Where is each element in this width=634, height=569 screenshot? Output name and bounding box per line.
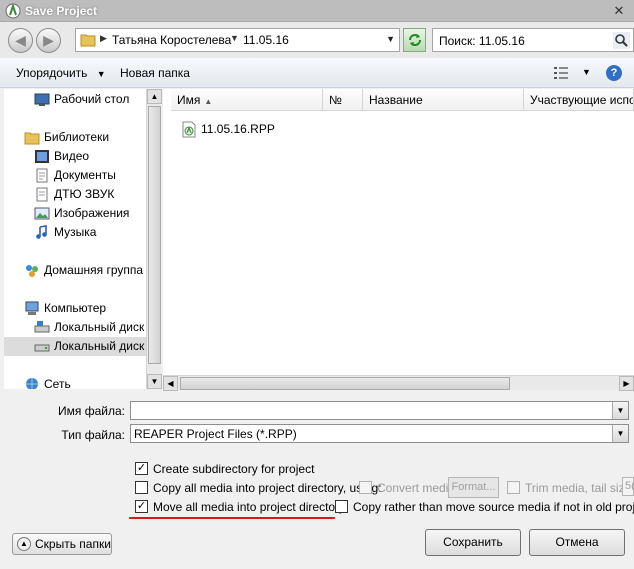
move-media-checkbox[interactable]: ✓ (135, 500, 148, 513)
scroll-left-icon[interactable]: ◀ (163, 376, 178, 391)
chevron-down-icon[interactable]: ▼ (230, 33, 239, 43)
file-list-scrollbar[interactable]: ◀ ▶ (163, 375, 634, 391)
chevron-down-icon[interactable]: ▼ (612, 425, 628, 442)
video-icon (35, 150, 49, 163)
scroll-down-icon[interactable]: ▼ (147, 374, 162, 389)
sidebar-item-music[interactable]: Музыка (4, 223, 146, 242)
help-icon[interactable]: ? (606, 65, 622, 81)
chevron-down-icon: ▼ (96, 69, 106, 79)
forward-button[interactable]: ▶ (36, 28, 61, 53)
search-box[interactable]: Поиск: 11.05.16 (432, 28, 634, 52)
create-subdir-checkbox[interactable]: ✓ (135, 462, 148, 475)
libraries-icon (24, 132, 40, 145)
convert-media-label: Convert media (377, 481, 456, 495)
column-header-artists[interactable]: Участвующие испо... (524, 89, 634, 111)
document-icon (36, 187, 48, 202)
sidebar-item-video[interactable]: Видео (4, 147, 146, 166)
network-icon (26, 378, 38, 389)
computer-icon (25, 301, 39, 315)
column-header-name[interactable]: Имя ▲ (171, 89, 323, 111)
copy-media-checkbox[interactable] (135, 481, 148, 494)
desktop-icon (34, 93, 50, 106)
copy-rather-checkbox[interactable] (335, 500, 348, 513)
chevron-up-icon: ▲ (17, 537, 31, 551)
sidebar-item-dtyu-zvuk[interactable]: ДТЮ ЗВУК (4, 185, 146, 204)
column-header-title[interactable]: Название (363, 89, 524, 111)
hide-folders-button[interactable]: ▲ Скрыть папки (12, 533, 112, 555)
save-button[interactable]: Сохранить (425, 529, 521, 556)
music-icon (36, 225, 47, 239)
refresh-button[interactable] (403, 28, 426, 52)
folder-icon (80, 34, 96, 47)
chevron-right-icon[interactable]: ▶ (100, 33, 107, 44)
organize-label: Упорядочить (16, 66, 88, 80)
close-icon[interactable]: ✕ (610, 2, 628, 19)
homegroup-icon (26, 265, 38, 277)
search-icon[interactable] (613, 32, 630, 49)
back-button[interactable]: ◀ (8, 28, 33, 53)
view-dropdown-icon[interactable]: ▼ (582, 67, 591, 77)
scrollbar-thumb[interactable] (148, 106, 161, 364)
documents-icon (36, 168, 48, 183)
system-disk-icon (34, 321, 50, 333)
sidebar-item-computer[interactable]: Компьютер (4, 299, 146, 318)
organize-button[interactable]: Упорядочить ▼ (16, 66, 106, 80)
sidebar-item-documents[interactable]: Документы (4, 166, 146, 185)
address-bar-row: ◀ ▶ ▶ Татьяна Коростелева ▼ 11.05.16 ▼ П… (0, 22, 634, 58)
file-list: Имя▲ № Название Участвующие испо... 11.0… (163, 89, 634, 375)
cancel-button[interactable]: Отмена (529, 529, 625, 556)
window-title: Save Project (25, 4, 98, 18)
title-bar: Save Project ✕ (0, 0, 634, 22)
new-folder-button[interactable]: Новая папка (120, 66, 190, 80)
reaper-project-icon (182, 121, 196, 138)
scroll-right-icon[interactable]: ▶ (619, 376, 634, 391)
toolbar: Упорядочить ▼ Новая папка ▼ ? (0, 58, 634, 88)
sidebar-item-pictures[interactable]: Изображения (4, 204, 146, 223)
scrollbar-thumb[interactable] (180, 377, 510, 390)
breadcrumb-user[interactable]: Татьяна Коростелева (112, 33, 231, 47)
address-dropdown-icon[interactable]: ▼ (386, 34, 395, 44)
tail-size-input[interactable]: 5( (622, 477, 634, 496)
navigation-scrollbar[interactable]: ▲ ▼ (146, 89, 162, 389)
filename-label: Имя файла: (58, 404, 125, 418)
navigation-pane: Рабочий стол Библиотеки Видео Документы … (4, 89, 146, 389)
format-button[interactable]: Format... (448, 477, 499, 498)
filetype-select[interactable]: REAPER Project Files (*.RPP) ▼ (130, 424, 629, 443)
trim-media-checkbox[interactable] (507, 481, 520, 494)
move-media-label: Move all media into project directory (153, 500, 346, 514)
copy-media-label: Copy all media into project directory, u… (153, 481, 382, 495)
scroll-up-icon[interactable]: ▲ (147, 89, 162, 104)
disk-icon (34, 344, 50, 352)
trim-media-label: Trim media, tail size: (525, 481, 634, 495)
sidebar-item-network[interactable]: Сеть (4, 375, 146, 389)
sidebar-item-libraries[interactable]: Библиотеки (4, 128, 146, 147)
convert-media-checkbox[interactable] (359, 481, 372, 494)
highlight-underline (129, 517, 335, 519)
copy-rather-label: Copy rather than move source media if no… (353, 500, 634, 514)
create-subdir-label: Create subdirectory for project (153, 462, 315, 476)
chevron-down-icon[interactable]: ▼ (612, 402, 628, 419)
sidebar-item-local-disk-c[interactable]: Локальный диск ( (4, 318, 146, 337)
breadcrumb-folder[interactable]: 11.05.16 (243, 33, 289, 47)
filetype-label: Тип файла: (61, 428, 125, 442)
column-header-number[interactable]: № (323, 89, 363, 111)
address-bar[interactable]: ▶ Татьяна Коростелева ▼ 11.05.16 ▼ (75, 28, 400, 52)
reaper-app-icon (5, 3, 21, 19)
sort-ascending-icon: ▲ (204, 97, 213, 106)
search-input[interactable]: Поиск: 11.05.16 (439, 34, 525, 48)
file-name: 11.05.16.RPP (201, 122, 275, 136)
view-options-icon[interactable] (553, 66, 569, 80)
sidebar-item-local-disk-d[interactable]: Локальный диск ( (4, 337, 146, 356)
refresh-icon (409, 34, 421, 46)
filename-input[interactable]: ▼ (130, 401, 629, 420)
pictures-icon (34, 207, 50, 220)
sidebar-item-desktop[interactable]: Рабочий стол (4, 90, 146, 109)
sidebar-item-homegroup[interactable]: Домашняя группа (4, 261, 146, 280)
